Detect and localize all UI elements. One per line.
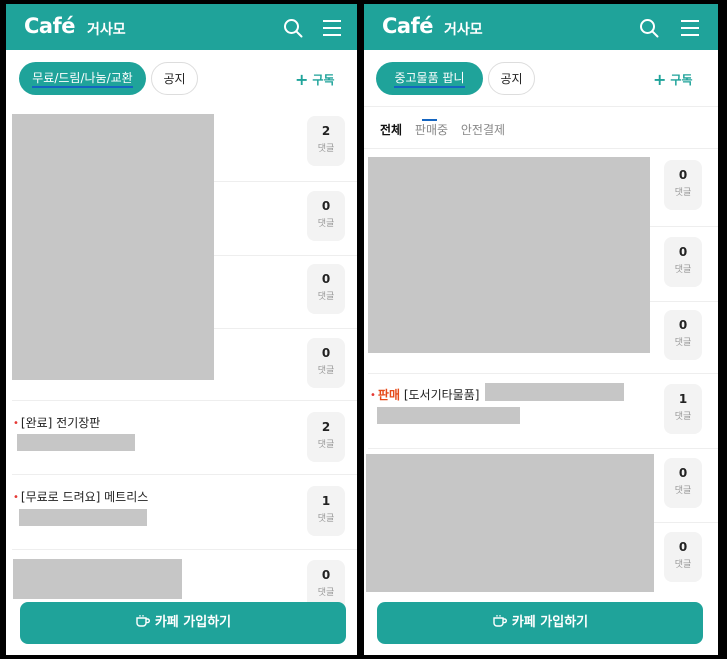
post-divider	[12, 549, 357, 550]
post-divider	[12, 474, 357, 475]
join-cafe-button[interactable]: 카페 가입하기	[377, 602, 703, 644]
app-header: Café 거사모	[364, 4, 718, 50]
comment-count-box[interactable]: 2 댓글	[307, 116, 345, 166]
notice-chip[interactable]: 공지	[488, 62, 535, 95]
cafe-logo[interactable]: Café	[382, 14, 433, 38]
menu-icon[interactable]	[680, 19, 700, 37]
tabs-bottom-divider	[364, 148, 718, 149]
menu-icon[interactable]	[322, 19, 342, 37]
new-dot: •	[13, 492, 19, 503]
comment-count-box[interactable]: 0 댓글	[664, 237, 702, 287]
post-title[interactable]: • [완료] 전기장판	[13, 414, 100, 431]
search-icon[interactable]	[283, 18, 303, 38]
search-icon[interactable]	[639, 18, 659, 38]
tab-safe-payment[interactable]: 안전결제	[461, 123, 505, 137]
cafe-name[interactable]: 거사모	[87, 19, 126, 39]
new-dot: •	[370, 390, 376, 401]
post-divider	[214, 181, 357, 182]
post-thumbnail[interactable]	[12, 114, 214, 380]
post-preview-placeholder	[17, 434, 135, 451]
cafe-name[interactable]: 거사모	[444, 19, 483, 39]
post-thumbnail[interactable]	[13, 559, 182, 599]
post-title[interactable]: • 판매 [도서기타물품]	[370, 386, 479, 403]
post-divider	[650, 301, 718, 302]
plus-icon: +	[653, 70, 667, 89]
comment-count-box[interactable]: 1 댓글	[664, 384, 702, 434]
cafe-logo[interactable]: Café	[24, 14, 75, 38]
subscribe-button[interactable]: + 구독	[653, 70, 693, 89]
subscribe-button[interactable]: + 구독	[295, 70, 335, 89]
post-thumbnail[interactable]	[368, 157, 650, 353]
sale-tag: 판매	[377, 388, 400, 402]
board-chip-used-sale[interactable]: 중고물품 팝니다.	[376, 62, 483, 121]
post-divider	[650, 226, 718, 227]
tabs-top-divider	[364, 106, 718, 107]
post-divider	[12, 400, 357, 401]
post-divider	[368, 373, 718, 374]
plus-icon: +	[295, 70, 309, 89]
comment-count-box[interactable]: 0 댓글	[307, 338, 345, 388]
post-divider	[368, 448, 718, 449]
post-title[interactable]: • [무료로 드려요] 메트리스	[13, 488, 148, 505]
comment-count-box[interactable]: 0 댓글	[664, 532, 702, 582]
comment-count-box[interactable]: 0 댓글	[664, 310, 702, 360]
comment-count-box[interactable]: 0 댓글	[664, 160, 702, 210]
app-header: Café 거사모	[6, 4, 357, 50]
post-thumbnail[interactable]	[366, 454, 654, 592]
post-preview-placeholder	[19, 509, 147, 526]
left-phone-screen: Café 거사모 무료/드림/나눔/교환 공지 + 구독 2 댓글 0 댓글 0 …	[6, 4, 357, 655]
comment-count-box[interactable]: 1 댓글	[307, 486, 345, 536]
join-cafe-button[interactable]: 카페 가입하기	[20, 602, 346, 644]
post-divider	[654, 522, 718, 523]
comment-count-box[interactable]: 0 댓글	[307, 264, 345, 314]
right-phone-screen: Café 거사모 중고물품 팝니다. 공지 + 구독 전체 판매중 안전결제 0 …	[364, 4, 718, 655]
post-preview-placeholder	[377, 407, 520, 424]
coffee-cup-icon	[136, 615, 150, 627]
post-divider	[214, 255, 357, 256]
comment-count-box[interactable]: 0 댓글	[307, 191, 345, 241]
notice-chip[interactable]: 공지	[151, 62, 198, 95]
post-divider	[214, 328, 357, 329]
filter-tabs: 전체 판매중 안전결제	[380, 121, 514, 138]
board-chip-free[interactable]: 무료/드림/나눔/교환	[19, 62, 146, 95]
new-dot: •	[13, 418, 19, 429]
tab-all[interactable]: 전체	[380, 123, 402, 137]
comment-count-box[interactable]: 2 댓글	[307, 412, 345, 462]
tab-selling[interactable]: 판매중	[415, 123, 448, 137]
comment-count-box[interactable]: 0 댓글	[664, 458, 702, 508]
post-title-placeholder	[485, 383, 624, 401]
coffee-cup-icon	[493, 615, 507, 627]
